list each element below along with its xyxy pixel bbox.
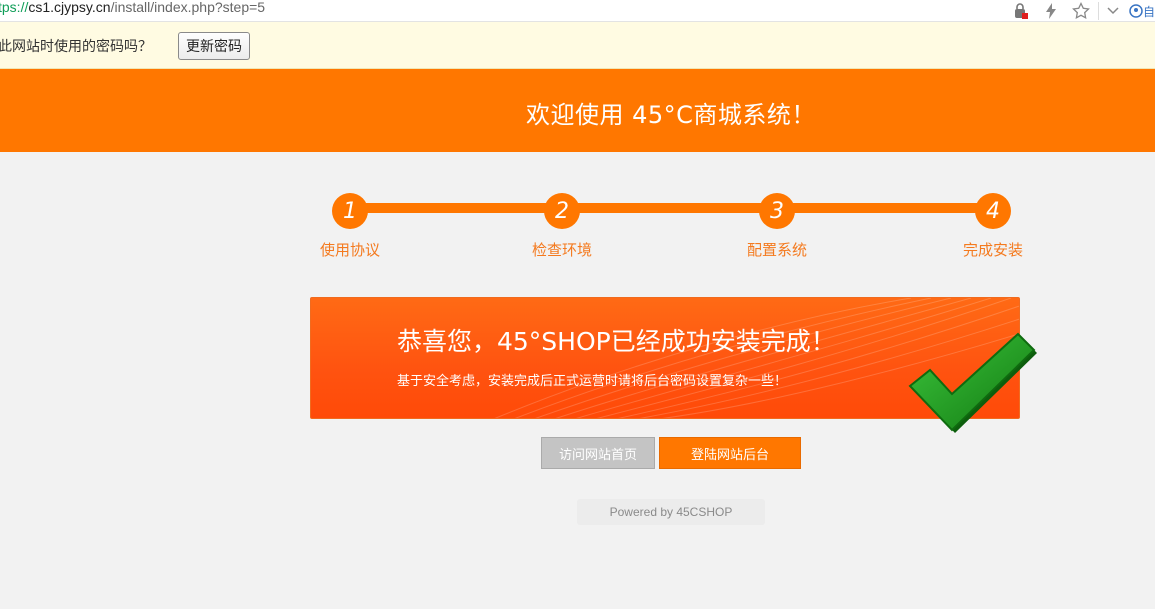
url-scheme: tps:// bbox=[0, 0, 29, 15]
address-divider bbox=[1097, 2, 1099, 20]
chevron-down-icon[interactable] bbox=[1105, 2, 1121, 20]
step-number: 4 bbox=[975, 193, 1011, 229]
security-notice: 基于安全考虑，安装完成后正式运营时请将后台密码设置复杂一些！ bbox=[397, 374, 788, 389]
checkmark-icon bbox=[908, 332, 1037, 433]
update-password-button[interactable]: 更新密码 bbox=[178, 32, 250, 60]
powered-by-footer: Powered by 45CSHOP bbox=[577, 499, 765, 525]
url-host: cs1.cjypsy.cn bbox=[28, 0, 111, 15]
step-label: 使用协议 bbox=[319, 241, 380, 259]
step-label: 配置系统 bbox=[746, 241, 807, 259]
step-label: 检查环境 bbox=[531, 241, 592, 259]
page-header: 欢迎使用 45°C商城系统！ bbox=[0, 69, 1155, 152]
lightning-icon[interactable] bbox=[1042, 2, 1060, 20]
install-steps: 1 使用协议 2 检查环境 3 配置系统 4 完成安装 bbox=[300, 185, 1040, 265]
page-title: 欢迎使用 45°C商城系统！ bbox=[526, 101, 816, 129]
user-label: 自 bbox=[1142, 4, 1155, 19]
address-bar: tps://cs1.cjypsy.cn/install/index.php?st… bbox=[0, 0, 1155, 22]
step-number: 3 bbox=[759, 193, 795, 229]
site-security-icon[interactable] bbox=[1012, 2, 1030, 20]
step-number: 2 bbox=[544, 193, 580, 229]
success-headline: 恭喜您，45°SHOP已经成功安装完成！ bbox=[397, 327, 836, 356]
password-prompt-bar: 此网站时使用的密码吗？ 更新密码 bbox=[0, 22, 1155, 69]
user-menu[interactable]: 自 bbox=[1129, 3, 1155, 20]
step-number: 1 bbox=[332, 193, 368, 229]
url-path: /install/index.php?step=5 bbox=[110, 0, 266, 15]
password-prompt-question: 此网站时使用的密码吗？ bbox=[0, 39, 152, 55]
steps-progress-line bbox=[348, 203, 992, 213]
address-bar-icons: 自 bbox=[1000, 0, 1155, 22]
step-label: 完成安装 bbox=[962, 241, 1023, 259]
login-admin-button[interactable]: 登陆网站后台 bbox=[659, 437, 801, 469]
url-field[interactable]: tps://cs1.cjypsy.cn/install/index.php?st… bbox=[0, 0, 265, 18]
star-icon[interactable] bbox=[1072, 2, 1090, 20]
visit-home-button[interactable]: 访问网站首页 bbox=[541, 437, 655, 469]
user-icon bbox=[1129, 4, 1143, 18]
